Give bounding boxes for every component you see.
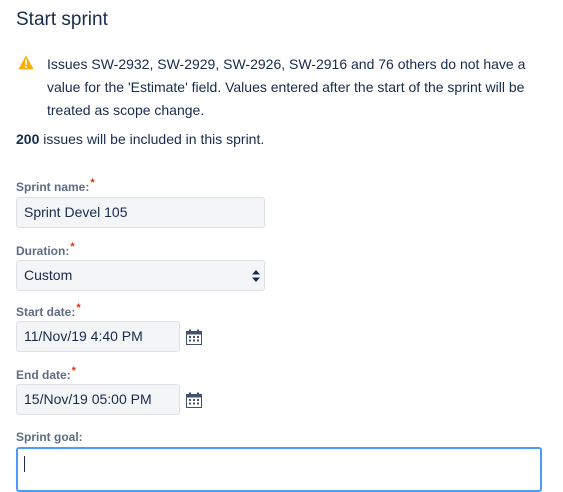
warning-icon [18, 55, 34, 70]
issue-count: 200 [16, 131, 40, 147]
text-caret [24, 456, 25, 472]
start-date-label: Start date:* [16, 302, 81, 319]
calendar-icon[interactable] [186, 392, 202, 408]
issue-count-suffix: issues will be included in this sprint. [39, 131, 265, 147]
sprint-goal-textarea[interactable] [16, 447, 542, 492]
select-arrows-icon [252, 270, 260, 282]
required-marker: * [70, 241, 75, 253]
warning-message: Issues SW-2932, SW-2929, SW-2926, SW-291… [18, 53, 538, 122]
required-marker: * [90, 177, 95, 189]
sprint-name-input[interactable]: Sprint Devel 105 [16, 197, 265, 228]
warning-text: Issues SW-2932, SW-2929, SW-2926, SW-291… [47, 56, 526, 118]
sprint-name-label: Sprint name:* [16, 177, 95, 194]
sprint-goal-label: Sprint goal: [16, 430, 83, 444]
duration-label: Duration:* [16, 241, 75, 258]
duration-select[interactable]: Custom [16, 260, 265, 291]
required-marker: * [76, 302, 81, 314]
end-date-input[interactable]: 15/Nov/19 05:00 PM [16, 384, 180, 415]
dialog-title: Start sprint [16, 9, 108, 30]
issue-count-text: 200 issues will be included in this spri… [16, 131, 264, 147]
required-marker: * [71, 365, 76, 377]
end-date-label: End date:* [16, 365, 76, 382]
duration-value: Custom [24, 267, 73, 283]
calendar-icon[interactable] [186, 329, 202, 345]
start-date-input[interactable]: 11/Nov/19 4:40 PM [16, 321, 180, 352]
